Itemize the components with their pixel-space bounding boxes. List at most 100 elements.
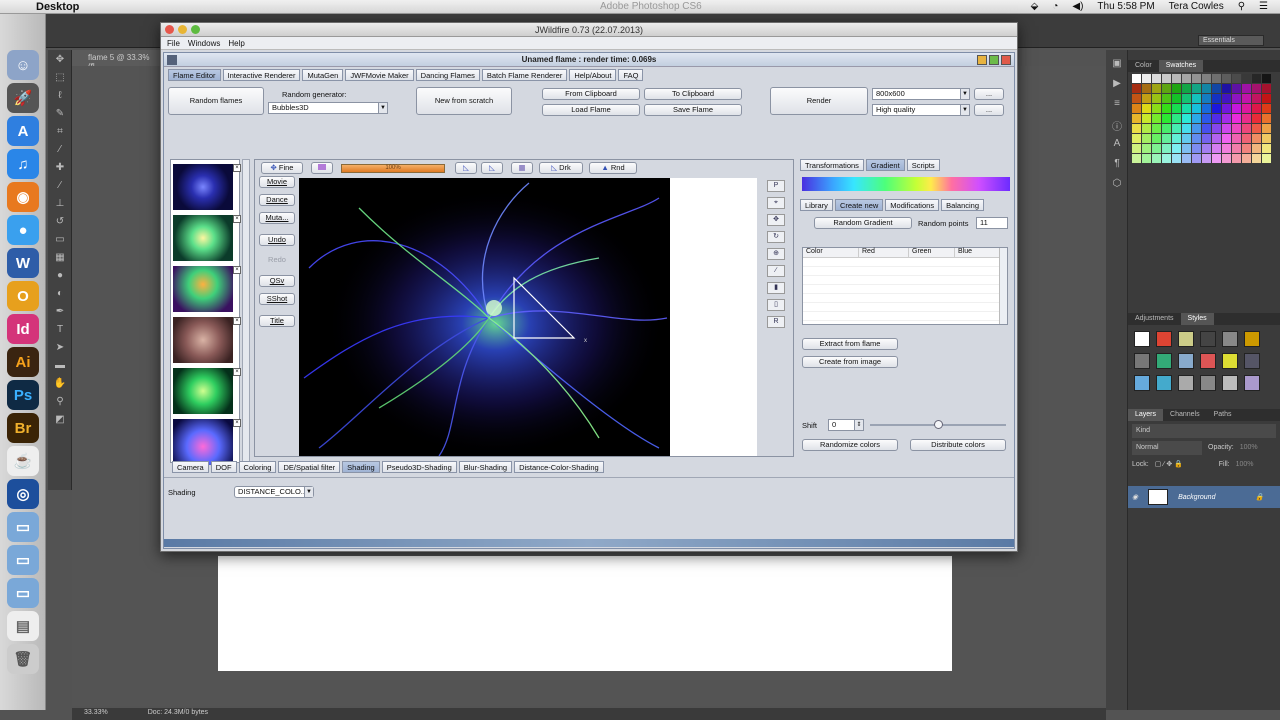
drk-button[interactable]: ◺ Drk	[539, 162, 583, 174]
color-swatch[interactable]	[1162, 94, 1171, 103]
table-row[interactable]	[803, 312, 1007, 321]
color-swatch[interactable]	[1182, 154, 1191, 163]
tab-help-about[interactable]: Help/About	[569, 69, 617, 81]
color-swatch[interactable]	[1192, 74, 1201, 83]
color-swatch[interactable]	[1232, 94, 1241, 103]
color-swatch[interactable]	[1252, 124, 1261, 133]
outlook-icon[interactable]: O	[7, 281, 39, 311]
style-swatch[interactable]	[1178, 375, 1194, 391]
preview-tool-4-icon[interactable]: ↻	[767, 231, 785, 243]
color-swatch[interactable]	[1202, 154, 1211, 163]
hand-tool-icon[interactable]: ✋	[53, 378, 67, 392]
color-swatch[interactable]	[1182, 144, 1191, 153]
color-swatch[interactable]	[1172, 144, 1181, 153]
color-swatch[interactable]	[1182, 94, 1191, 103]
thumbnail-scrollbar[interactable]	[242, 159, 250, 463]
color-swatch[interactable]	[1152, 124, 1161, 133]
tab-create-new[interactable]: Create new	[834, 199, 884, 211]
tab-swatches[interactable]: Swatches	[1158, 60, 1204, 72]
spinner-arrows-icon[interactable]: ⇕	[854, 420, 863, 430]
color-swatch[interactable]	[1162, 84, 1171, 93]
random-generator-select[interactable]: Bubbles3D ▼	[268, 102, 388, 114]
color-swatch[interactable]	[1252, 114, 1261, 123]
color-swatch[interactable]	[1242, 134, 1251, 143]
color-swatch[interactable]	[1132, 74, 1141, 83]
color-swatch[interactable]	[1222, 114, 1231, 123]
path-select-tool-icon[interactable]: ➤	[53, 342, 67, 356]
preview-tool-8-icon[interactable]: ▯	[767, 299, 785, 311]
style-swatch[interactable]	[1244, 375, 1260, 391]
brush-tool-icon[interactable]: ∕	[53, 180, 67, 194]
color-swatch[interactable]	[1232, 114, 1241, 123]
layer-row-background[interactable]: ◉ Background 🔒	[1128, 486, 1280, 508]
color-swatch[interactable]	[1212, 74, 1221, 83]
create-from-image-button[interactable]: Create from image	[802, 356, 898, 368]
tab-layers[interactable]: Layers	[1128, 409, 1164, 421]
tab-batch-flame-renderer[interactable]: Batch Flame Renderer	[481, 69, 568, 81]
photoshop-document[interactable]	[218, 556, 952, 671]
color-swatch[interactable]	[1162, 114, 1171, 123]
type-tool-icon[interactable]: T	[53, 324, 67, 338]
menu-windows[interactable]: Windows	[188, 37, 220, 49]
gradient-tool-icon[interactable]: ▦	[53, 252, 67, 266]
document-icon[interactable]: ▤	[7, 611, 39, 641]
move-tool-icon[interactable]: ✥	[53, 54, 67, 68]
document-tab[interactable]: flame 5 @ 33.3% (fl...	[72, 50, 162, 71]
color-swatch[interactable]	[1262, 134, 1271, 143]
tab-flame-editor[interactable]: Flame Editor	[168, 69, 221, 81]
volume-icon[interactable]: ◀)	[1072, 1, 1083, 12]
color-swatch[interactable]	[1202, 74, 1211, 83]
color-swatch[interactable]	[1172, 154, 1181, 163]
color-swatch[interactable]	[1232, 74, 1241, 83]
undo-button[interactable]: Undo	[259, 234, 295, 246]
gradient-table-scrollbar[interactable]	[999, 248, 1007, 324]
color-swatch[interactable]	[1142, 154, 1151, 163]
color-swatch[interactable]	[1212, 154, 1221, 163]
blur-tool-icon[interactable]: ●	[53, 270, 67, 284]
tab-scripts[interactable]: Scripts	[906, 159, 940, 171]
color-swatch[interactable]	[1222, 84, 1231, 93]
color-swatch[interactable]	[1232, 104, 1241, 113]
color-swatch[interactable]	[1192, 144, 1201, 153]
table-row[interactable]	[803, 267, 1007, 276]
tab-faq[interactable]: FAQ	[618, 69, 644, 81]
tab-distance-color-shading[interactable]: Distance-Color-Shading	[514, 461, 604, 473]
close-icon[interactable]: ×	[233, 317, 241, 325]
title-button[interactable]: Title	[259, 315, 295, 327]
random-points-input[interactable]: 11	[976, 217, 1008, 229]
history-brush-icon[interactable]: ↺	[53, 216, 67, 230]
style-swatch[interactable]	[1200, 375, 1216, 391]
tab-dof[interactable]: DOF	[210, 461, 237, 473]
style-swatch[interactable]	[1156, 375, 1172, 391]
lock-icons[interactable]: ▢ ∕ ✥ 🔒	[1155, 458, 1213, 472]
color-swatch[interactable]	[1262, 154, 1271, 163]
close-icon[interactable]: ×	[233, 164, 241, 172]
color-swatch[interactable]	[1152, 84, 1161, 93]
color-swatch[interactable]	[1152, 74, 1161, 83]
crop-tool-icon[interactable]: ⌗	[53, 126, 67, 140]
redo-button[interactable]: Redo	[259, 254, 295, 266]
color-swatch[interactable]	[1262, 104, 1271, 113]
table-row[interactable]	[803, 294, 1007, 303]
randomize-colors-button[interactable]: Randomize colors	[802, 439, 898, 451]
preview-tool-1-icon[interactable]: P	[767, 180, 785, 192]
tab-blur-shading[interactable]: Blur-Shading	[458, 461, 513, 473]
color-swatch[interactable]	[1242, 84, 1251, 93]
color-swatch[interactable]	[1232, 84, 1241, 93]
close-icon[interactable]: ×	[233, 266, 241, 274]
extract-from-flame-button[interactable]: Extract from flame	[802, 338, 898, 350]
color-swatch[interactable]	[1152, 134, 1161, 143]
itunes-icon[interactable]: ♫	[7, 149, 39, 179]
style-swatch[interactable]	[1134, 331, 1150, 347]
style-swatch[interactable]	[1156, 353, 1172, 369]
color-swatch[interactable]	[1172, 114, 1181, 123]
tab-gradient[interactable]: Gradient	[865, 159, 905, 171]
style-swatch[interactable]	[1178, 353, 1194, 369]
minimize-window-button[interactable]	[178, 25, 187, 34]
triangle-small-button[interactable]: ◺	[481, 162, 503, 174]
gradient-preview-strip[interactable]	[802, 177, 1010, 191]
color-swatch-icon[interactable]: ◩	[53, 414, 67, 428]
color-mode-button[interactable]	[311, 162, 333, 174]
color-swatch[interactable]	[1222, 104, 1231, 113]
color-swatch[interactable]	[1212, 104, 1221, 113]
